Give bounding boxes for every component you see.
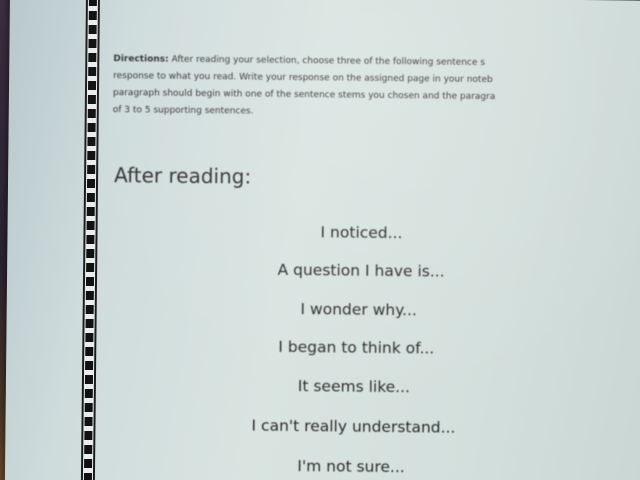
sentence-stem-list: I noticed... A question I have is... I w… xyxy=(251,223,572,476)
sentence-stem: I can't really understand... xyxy=(251,416,456,437)
sentence-stem: I wonder why... xyxy=(300,300,418,320)
sentence-stem: I began to think of... xyxy=(278,337,435,358)
film-strip-border xyxy=(80,0,100,480)
sentence-stem: I noticed... xyxy=(320,223,403,243)
film-strip-holes xyxy=(83,0,97,480)
directions-label: Directions: xyxy=(113,54,169,65)
worksheet-content: Directions: After reading your selection… xyxy=(109,0,634,480)
sentence-stem: A question I have is... xyxy=(277,260,445,281)
worksheet-page: Directions: After reading your selection… xyxy=(4,0,640,480)
section-heading: After reading: xyxy=(113,163,252,189)
directions-paragraph: Directions: After reading your selection… xyxy=(113,51,640,125)
sentence-stem: It seems like... xyxy=(297,377,411,397)
photo-frame: Directions: After reading your selection… xyxy=(0,0,640,480)
sentence-stem: I'm not sure... xyxy=(297,457,405,477)
directions-text-1: After reading your selection, choose thr… xyxy=(171,54,486,68)
